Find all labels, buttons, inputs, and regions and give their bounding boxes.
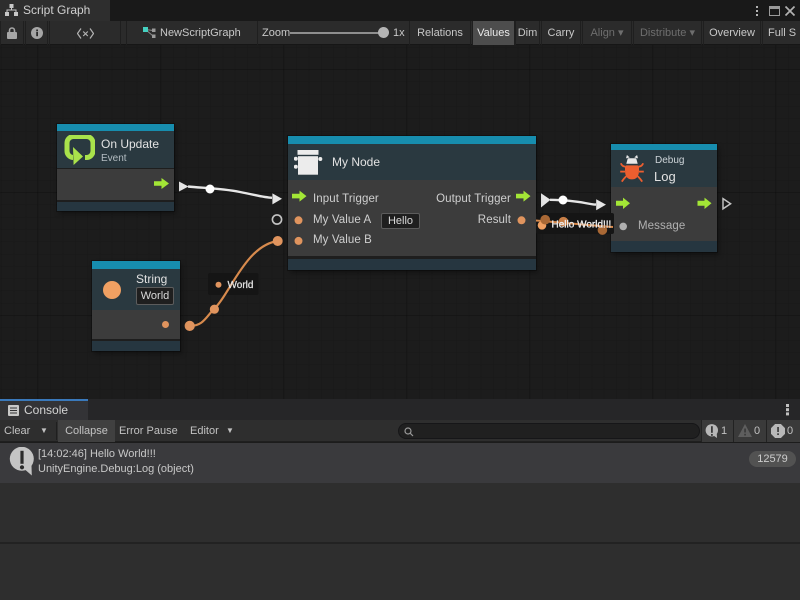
svg-text:Hello World!!!: Hello World!!! [552,220,612,231]
